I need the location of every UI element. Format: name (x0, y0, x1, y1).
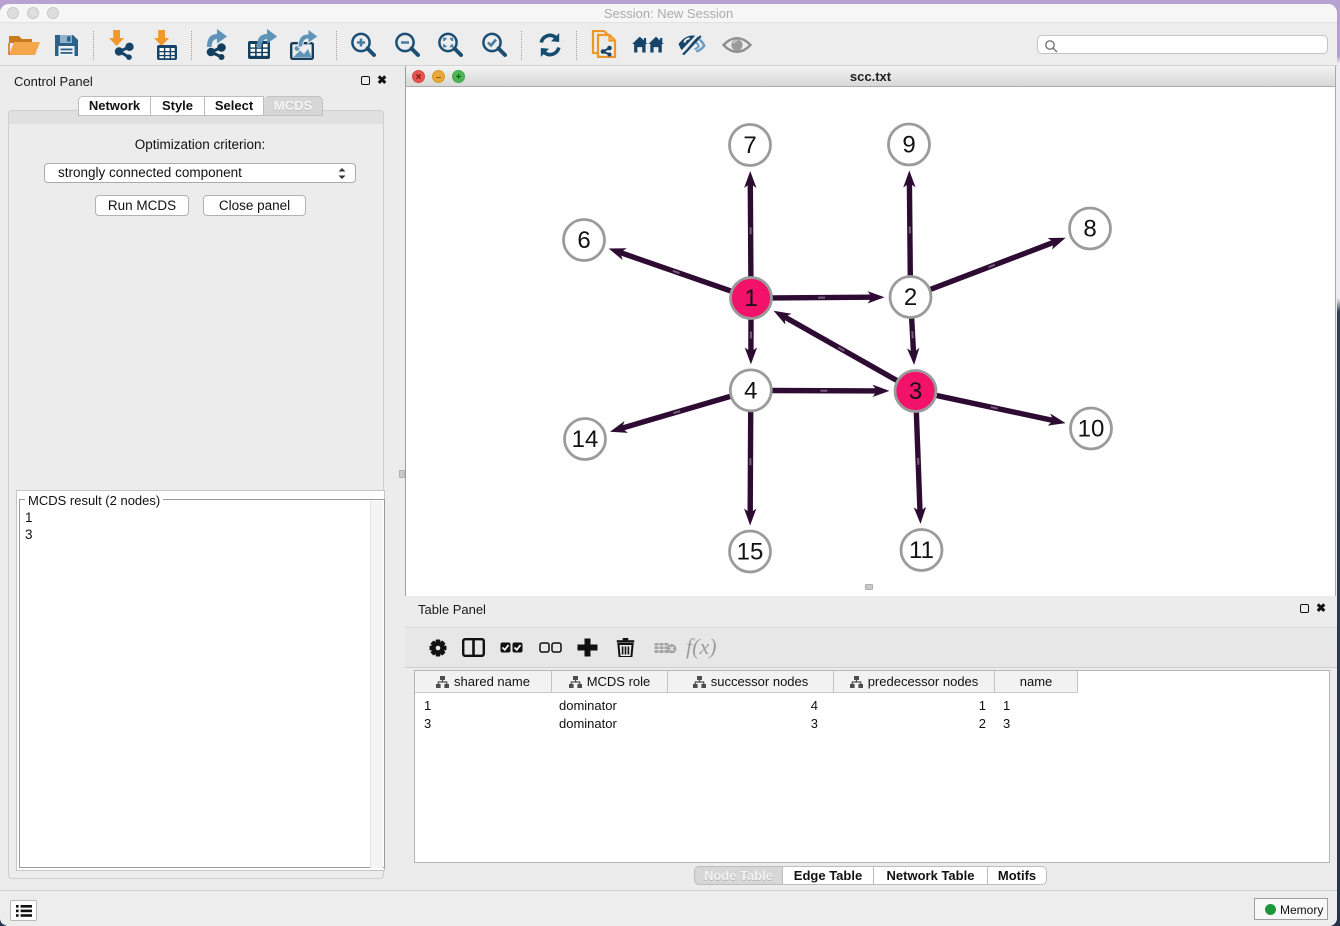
svg-text:1: 1 (744, 285, 757, 312)
svg-text:3: 3 (909, 378, 922, 405)
svg-text:6: 6 (577, 227, 590, 254)
svg-text:9: 9 (902, 132, 915, 159)
svg-text:7: 7 (743, 132, 756, 159)
svg-text:14: 14 (572, 426, 599, 453)
svg-text:11: 11 (909, 537, 934, 564)
svg-text:15: 15 (737, 539, 764, 566)
svg-text:4: 4 (744, 377, 757, 404)
svg-text:2: 2 (904, 284, 917, 311)
svg-text:8: 8 (1083, 216, 1096, 243)
svg-text:10: 10 (1078, 416, 1105, 443)
